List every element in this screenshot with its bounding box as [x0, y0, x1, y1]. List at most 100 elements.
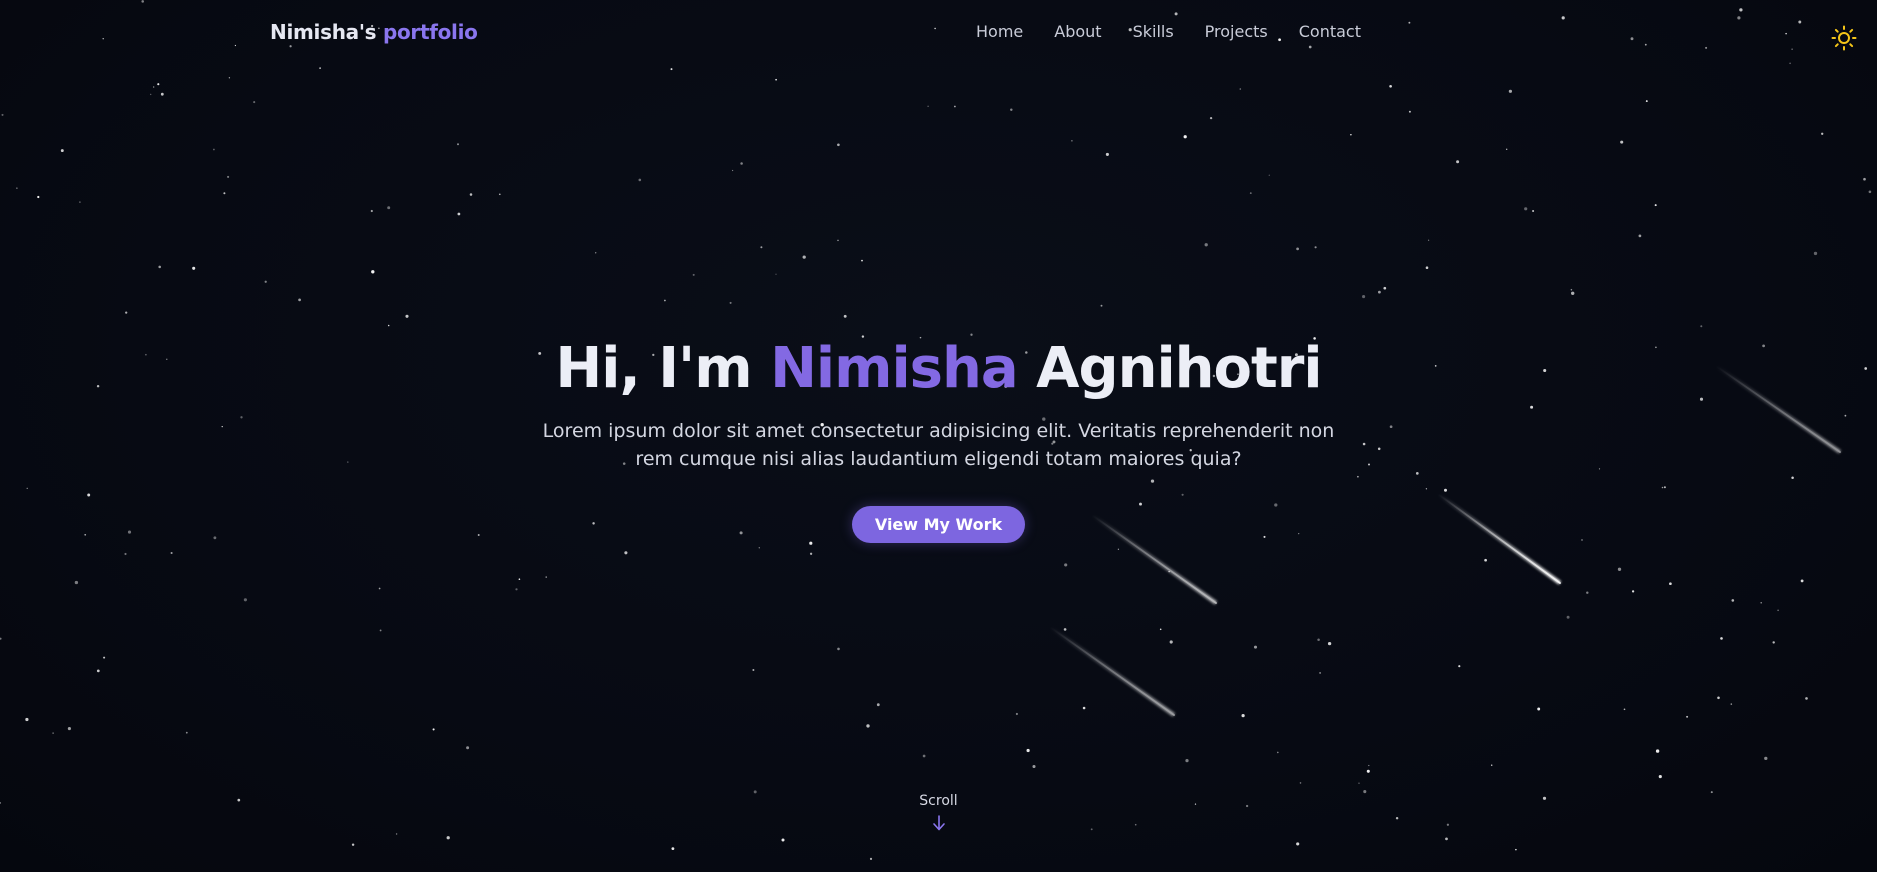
star: [253, 101, 256, 104]
star: [1368, 764, 1370, 767]
star: [37, 195, 40, 199]
star: [1204, 243, 1208, 247]
nav-link-skills[interactable]: Skills: [1133, 22, 1174, 41]
star: [1299, 782, 1302, 784]
nav-link-about[interactable]: About: [1054, 22, 1101, 41]
nav-link-contact[interactable]: Contact: [1299, 22, 1361, 41]
star: [1515, 848, 1517, 851]
hero-section: Hi, I'm Nimisha Agnihotri Lorem ipsum do…: [0, 336, 1877, 543]
star: [1100, 304, 1103, 307]
star: [1314, 246, 1317, 249]
star: [1717, 696, 1720, 700]
star: [1425, 266, 1429, 269]
star: [1821, 132, 1824, 135]
brand-logo[interactable]: Nimisha's portfolio: [270, 20, 478, 44]
star: [927, 105, 929, 107]
star: [1586, 591, 1589, 594]
star: [729, 301, 732, 304]
star: [213, 148, 215, 151]
star: [469, 193, 473, 196]
star: [740, 162, 743, 165]
star: [1032, 764, 1036, 769]
hero-title: Hi, I'm Nimisha Agnihotri: [0, 336, 1877, 401]
star: [837, 143, 840, 147]
star: [692, 273, 695, 276]
star: [1268, 174, 1270, 176]
star: [731, 169, 734, 172]
star: [150, 93, 152, 96]
star: [1296, 842, 1300, 846]
star: [378, 587, 381, 590]
star: [1805, 697, 1808, 700]
star: [446, 836, 450, 840]
star: [298, 298, 301, 302]
star: [1063, 628, 1067, 631]
star: [1623, 708, 1626, 711]
star: [670, 68, 673, 71]
star: [638, 178, 642, 182]
star: [243, 598, 247, 602]
star: [1319, 671, 1322, 674]
star: [1117, 548, 1120, 550]
star: [1700, 325, 1703, 328]
brand-accent: portfolio: [382, 20, 478, 44]
star: [192, 266, 196, 270]
star: [1764, 756, 1768, 761]
star: [1389, 84, 1392, 88]
nav-link-projects[interactable]: Projects: [1205, 22, 1268, 41]
star: [1253, 645, 1258, 649]
star: [1720, 637, 1723, 640]
star: [74, 580, 79, 585]
star: [1378, 290, 1381, 294]
star: [1445, 837, 1448, 841]
nav-link-home[interactable]: Home: [976, 22, 1023, 41]
star: [1105, 152, 1109, 156]
star: [16, 187, 18, 189]
star: [160, 92, 164, 96]
navbar: Nimisha's portfolio Home About Skills Pr…: [0, 0, 1877, 66]
star: [185, 731, 188, 734]
star: [157, 83, 160, 86]
star: [1532, 209, 1535, 213]
star: [1010, 108, 1013, 112]
star: [1868, 190, 1872, 194]
star: [781, 838, 785, 842]
sun-icon: [1831, 25, 1857, 51]
star: [351, 843, 355, 846]
star: [124, 552, 127, 556]
star: [1620, 140, 1624, 144]
star: [1241, 714, 1245, 718]
view-my-work-button[interactable]: View My Work: [851, 506, 1026, 543]
star: [371, 270, 375, 274]
star: [1015, 712, 1018, 716]
star: [1383, 286, 1387, 290]
star: [1317, 638, 1320, 642]
star: [1183, 135, 1187, 139]
hero-first-name: Nimisha: [770, 336, 1019, 401]
star: [837, 239, 839, 242]
star: [498, 193, 501, 196]
star: [1064, 563, 1068, 567]
star: [624, 551, 628, 555]
star: [802, 255, 806, 259]
star: [170, 551, 173, 555]
star: [545, 576, 547, 578]
star: [1327, 641, 1332, 646]
star: [1506, 148, 1508, 150]
scroll-indicator[interactable]: Scroll: [0, 793, 1877, 832]
star: [758, 547, 760, 549]
star: [1524, 207, 1528, 211]
star: [125, 311, 128, 314]
star: [843, 314, 847, 318]
star: [387, 206, 391, 210]
star: [153, 86, 155, 88]
star: [1658, 775, 1662, 779]
star: [876, 703, 880, 707]
star: [1, 113, 4, 116]
star: [869, 857, 873, 860]
star: [1800, 579, 1804, 583]
star: [1645, 100, 1648, 103]
theme-toggle-button[interactable]: [1831, 25, 1857, 51]
star: [1772, 641, 1775, 644]
star: [1408, 110, 1411, 113]
